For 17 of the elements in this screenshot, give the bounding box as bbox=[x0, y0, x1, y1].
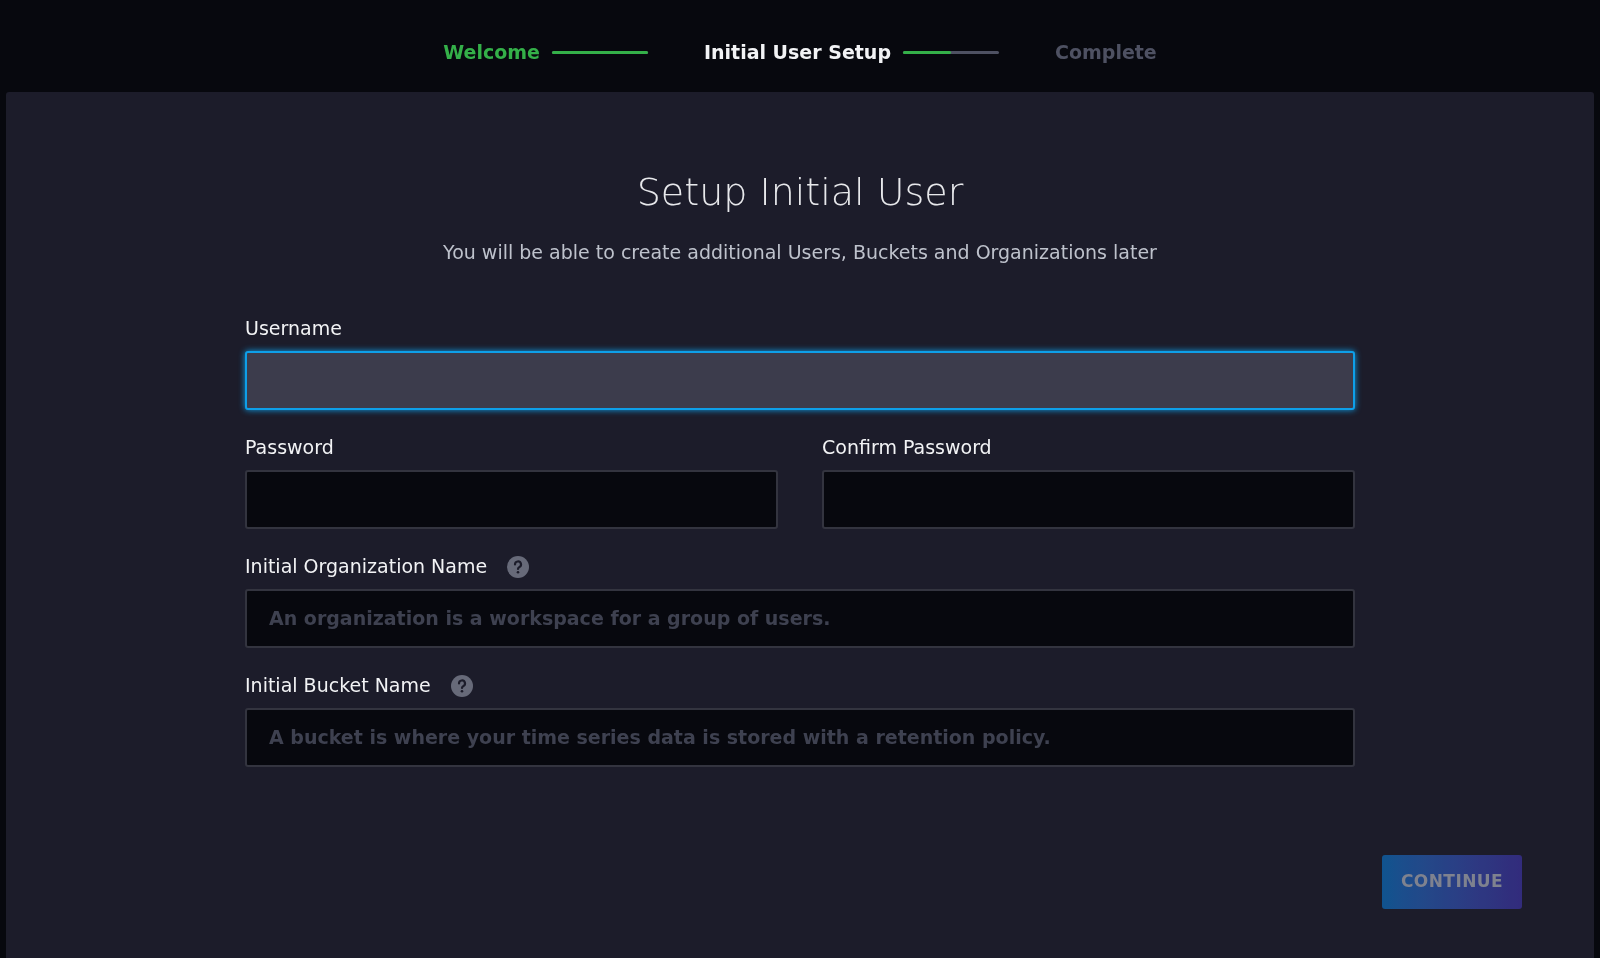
page-subtitle: You will be able to create additional Users, Buckets and Organizations later bbox=[443, 240, 1157, 265]
field-label: Username bbox=[245, 316, 342, 342]
step-label: Welcome bbox=[443, 39, 540, 65]
input-field[interactable] bbox=[245, 469, 778, 529]
field-label: Password bbox=[245, 435, 334, 461]
field-label: Confirm Password bbox=[822, 435, 992, 461]
field-label: Initial Organization Name bbox=[245, 554, 488, 580]
page-title: Setup Initial User bbox=[636, 169, 964, 216]
input-field[interactable] bbox=[822, 469, 1355, 529]
step-label: Initial User Setup bbox=[703, 39, 891, 65]
input-field[interactable]: A bucket is where your time series data is stored with a retention policy. bbox=[245, 707, 1355, 767]
field-label: Initial Bucket Name bbox=[245, 673, 431, 699]
help-icon[interactable] bbox=[450, 674, 473, 697]
help-icon[interactable] bbox=[507, 555, 530, 578]
step-label: Complete bbox=[1055, 39, 1157, 65]
input-field[interactable] bbox=[245, 350, 1355, 410]
input-field[interactable]: An organization is a workspace for a group of users. bbox=[245, 588, 1355, 648]
